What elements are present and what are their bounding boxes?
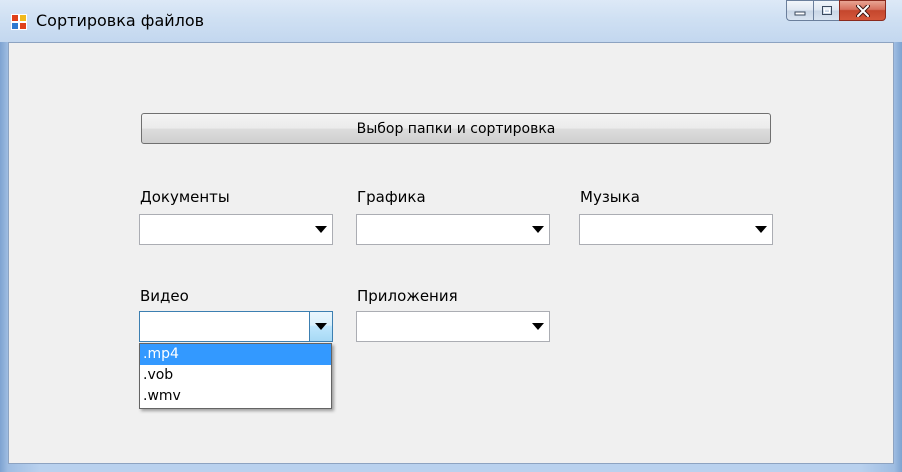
chevron-down-icon[interactable]: [532, 226, 544, 233]
select-folder-and-sort-button[interactable]: Выбор папки и сортировка: [141, 113, 771, 144]
minimize-button[interactable]: [786, 0, 813, 21]
dropdown-option-mp4[interactable]: .mp4: [140, 344, 331, 365]
app-window-icon: [11, 14, 27, 30]
video-dropdown-button[interactable]: [309, 312, 332, 341]
music-combobox[interactable]: [579, 214, 773, 245]
close-button[interactable]: [839, 0, 886, 21]
music-label: Музыка: [580, 188, 640, 206]
title-bar[interactable]: Сортировка файлов: [0, 0, 902, 42]
documents-label: Документы: [140, 188, 230, 206]
apps-label: Приложения: [357, 287, 458, 305]
chevron-down-icon: [315, 323, 327, 330]
graphics-label: Графика: [357, 188, 426, 206]
chevron-down-icon[interactable]: [755, 226, 767, 233]
dropdown-option-vob[interactable]: .vob: [140, 365, 331, 386]
video-combobox[interactable]: [139, 311, 333, 342]
close-icon: [855, 4, 870, 17]
minimize-icon: [794, 11, 806, 15]
window-title: Сортировка файлов: [36, 11, 205, 30]
maximize-icon: [821, 6, 832, 15]
chevron-down-icon[interactable]: [315, 226, 327, 233]
main-window: Сортировка файлов Выбор папки и сортиров…: [0, 0, 902, 472]
chevron-down-icon[interactable]: [532, 323, 544, 330]
maximize-button[interactable]: [813, 0, 839, 21]
documents-combobox[interactable]: [139, 214, 333, 245]
caption-buttons: [786, 0, 886, 24]
video-dropdown-list: .mp4 .vob .wmv: [139, 343, 332, 409]
graphics-combobox[interactable]: [356, 214, 550, 245]
apps-combobox[interactable]: [356, 311, 550, 342]
dropdown-option-wmv[interactable]: .wmv: [140, 386, 331, 407]
video-label: Видео: [140, 287, 189, 305]
